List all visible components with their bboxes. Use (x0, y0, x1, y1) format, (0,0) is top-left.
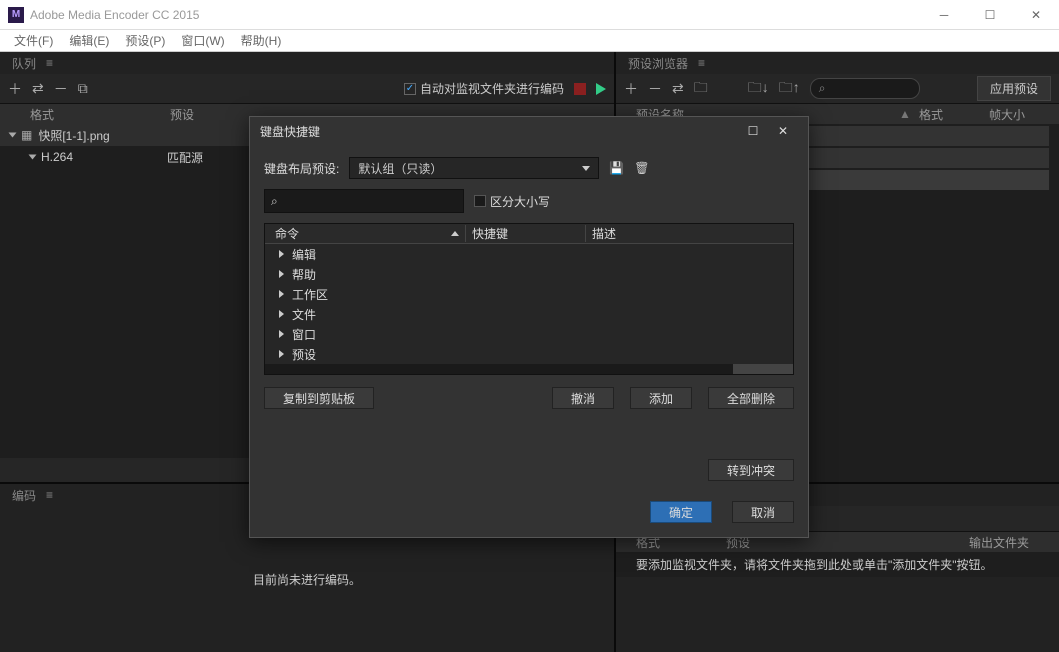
new-folder-icon[interactable]: 🗀 (694, 77, 708, 101)
add-source-icon[interactable]: ＋ (8, 79, 22, 99)
panel-menu-icon[interactable]: ≡ (698, 56, 705, 70)
category-label: 窗口 (292, 326, 316, 343)
scrollbar-thumb[interactable] (733, 364, 793, 374)
queue-col-preset: 预设 (170, 106, 194, 123)
watch-col-output: 输出文件夹 (969, 534, 1059, 551)
chevron-down-icon (582, 166, 590, 171)
encoding-panel-title: 编码 (8, 485, 40, 506)
expand-icon[interactable] (279, 270, 284, 278)
maximize-button[interactable]: ☐ (967, 0, 1013, 30)
category-row[interactable]: 预设 (265, 344, 793, 364)
sort-icon[interactable]: ▲ (899, 107, 919, 121)
preset-search-input[interactable]: ⌕ (810, 78, 920, 99)
checkmark-icon: ✓ (404, 83, 416, 95)
settings-icon[interactable]: ⇄ (32, 80, 44, 97)
category-row[interactable]: 工作区 (265, 284, 793, 304)
search-icon: ⌕ (819, 81, 826, 96)
panel-menu-icon[interactable]: ≡ (46, 56, 53, 70)
category-row[interactable]: 帮助 (265, 264, 793, 284)
case-sensitive-checkbox[interactable]: 区分大小写 (474, 193, 550, 210)
search-icon: ⌕ (271, 194, 278, 209)
queue-codec: H.264 (41, 150, 161, 164)
copy-clipboard-button[interactable]: 复制到剪贴板 (264, 387, 374, 409)
dialog-maximize-button[interactable]: ☐ (738, 124, 768, 138)
watch-hint-text: 要添加监视文件夹，请将文件夹拖到此处或单击"添加文件夹"按钮。 (616, 552, 1059, 577)
import-icon[interactable]: 🗀↓ (748, 77, 769, 101)
remove-icon[interactable]: － (54, 79, 68, 99)
window-titlebar: M Adobe Media Encoder CC 2015 ─ ☐ ✕ (0, 0, 1059, 30)
expand-icon[interactable] (279, 350, 284, 358)
window-title: Adobe Media Encoder CC 2015 (30, 8, 921, 22)
case-sensitive-label: 区分大小写 (490, 193, 550, 210)
encoding-idle-text: 目前尚未进行编码。 (253, 571, 361, 588)
queue-panel-title: 队列 (8, 53, 40, 74)
queue-col-format: 格式 (30, 106, 170, 123)
menu-help[interactable]: 帮助(H) (233, 30, 290, 51)
auto-encode-label: 自动对监视文件夹进行编码 (420, 80, 564, 97)
panel-menu-icon[interactable]: ≡ (46, 488, 53, 502)
preset-panel-title: 预设浏览器 (624, 53, 692, 74)
cancel-button[interactable]: 取消 (732, 501, 794, 523)
close-button[interactable]: ✕ (1013, 0, 1059, 30)
keyboard-shortcuts-dialog: 键盘快捷键 ☐ ✕ 键盘布局预设: 默认组（只读） 💾 🗑 ⌕ 区分大小写 (249, 116, 809, 538)
category-row[interactable]: 窗口 (265, 324, 793, 344)
menu-window[interactable]: 窗口(W) (173, 30, 232, 51)
add-button[interactable]: 添加 (630, 387, 692, 409)
expand-icon[interactable] (279, 330, 284, 338)
menu-preset[interactable]: 预设(P) (117, 30, 173, 51)
category-label: 帮助 (292, 266, 316, 283)
col-description[interactable]: 描述 (585, 225, 793, 242)
queue-match-source: 匹配源 (167, 149, 203, 166)
delete-all-button[interactable]: 全部删除 (708, 387, 794, 409)
undo-button[interactable]: 撤消 (552, 387, 614, 409)
sort-asc-icon[interactable] (451, 231, 459, 236)
dialog-title: 键盘快捷键 (260, 123, 320, 140)
start-queue-icon[interactable] (596, 83, 606, 95)
layout-preset-label: 键盘布局预设: (264, 160, 339, 177)
preset-col-format: 格式 (919, 106, 989, 123)
shortcut-search-input[interactable]: ⌕ (264, 189, 464, 213)
remove-preset-icon[interactable]: － (648, 79, 662, 99)
expand-icon[interactable] (279, 310, 284, 318)
delete-preset-icon[interactable]: 🗑 (634, 161, 649, 175)
col-shortcut[interactable]: 快捷键 (465, 225, 585, 242)
dialog-close-button[interactable]: ✕ (768, 124, 798, 138)
category-label: 文件 (292, 306, 316, 323)
stop-icon[interactable] (574, 83, 586, 95)
category-label: 预设 (292, 346, 316, 363)
preset-settings-icon[interactable]: ⇄ (672, 80, 684, 97)
category-row[interactable]: 编辑 (265, 244, 793, 264)
layout-preset-value: 默认组（只读） (358, 160, 442, 177)
menubar: 文件(F) 编辑(E) 预设(P) 窗口(W) 帮助(H) (0, 30, 1059, 52)
category-label: 编辑 (292, 246, 316, 263)
queue-file-name: 快照[1-1].png (38, 127, 109, 144)
expand-icon[interactable] (279, 250, 284, 258)
minimize-button[interactable]: ─ (921, 0, 967, 30)
apply-preset-button[interactable]: 应用预设 (977, 76, 1051, 101)
export-icon[interactable]: 🗀↑ (779, 77, 800, 101)
app-logo-icon: M (8, 7, 24, 23)
category-label: 工作区 (292, 286, 328, 303)
expand-icon[interactable] (279, 290, 284, 298)
add-preset-icon[interactable]: ＋ (624, 79, 638, 99)
auto-encode-checkbox[interactable]: ✓ 自动对监视文件夹进行编码 (404, 80, 564, 97)
duplicate-icon[interactable]: ⧉ (78, 80, 88, 97)
menu-edit[interactable]: 编辑(E) (61, 30, 117, 51)
category-row[interactable]: 文件 (265, 304, 793, 324)
shortcut-search-field[interactable] (282, 194, 457, 208)
goto-conflict-button[interactable]: 转到冲突 (708, 459, 794, 481)
checkbox-icon (474, 195, 486, 207)
image-file-icon: ▦ (21, 128, 32, 142)
horizontal-scrollbar[interactable] (265, 364, 793, 374)
expand-icon[interactable] (29, 155, 37, 160)
col-command[interactable]: 命令 (275, 225, 299, 242)
expand-icon[interactable] (9, 133, 17, 138)
save-preset-icon[interactable]: 💾 (609, 161, 624, 175)
ok-button[interactable]: 确定 (650, 501, 712, 523)
preset-col-framesize: 帧大小 (989, 106, 1059, 123)
menu-file[interactable]: 文件(F) (6, 30, 61, 51)
layout-preset-dropdown[interactable]: 默认组（只读） (349, 157, 599, 179)
